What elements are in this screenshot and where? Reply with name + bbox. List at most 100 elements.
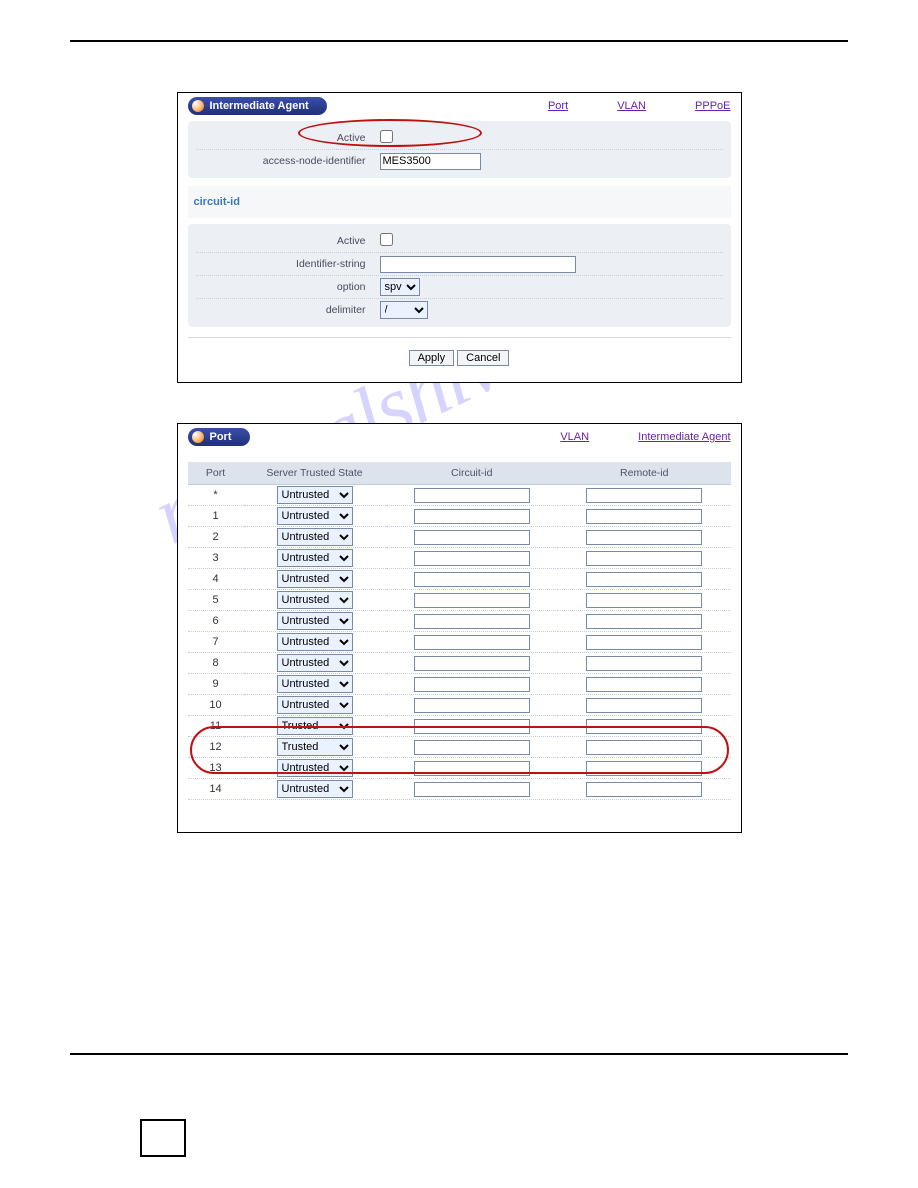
input-circuit-id[interactable] [414,719,530,734]
input-remote-id[interactable] [586,677,702,692]
input-circuit-id[interactable] [414,635,530,650]
cell-remote-id [558,590,731,611]
label-ani: access-node-identifier [196,155,380,167]
input-remote-id[interactable] [586,740,702,755]
checkbox-active[interactable] [380,130,393,143]
link-vlan[interactable]: VLAN [617,100,646,112]
input-remote-id[interactable] [586,719,702,734]
input-circuit-id[interactable] [414,698,530,713]
col-circuit: Circuit-id [386,462,559,485]
port-panel-title-text: Port [210,431,232,443]
cancel-button[interactable]: Cancel [457,350,509,366]
port-table: Port Server Trusted State Circuit-id Rem… [188,462,731,800]
cell-port: 6 [188,611,244,632]
table-row: 9Untrusted [188,674,731,695]
input-remote-id[interactable] [586,509,702,524]
cell-port: 13 [188,758,244,779]
cell-remote-id [558,632,731,653]
select-trusted-state[interactable]: Untrusted [277,549,353,567]
input-remote-id[interactable] [586,635,702,650]
table-row: *Untrusted [188,485,731,506]
select-delimiter[interactable]: / [380,301,428,319]
cell-port: 12 [188,737,244,758]
table-row: 12 Trusted [188,737,731,758]
select-trusted-state[interactable]: Trusted [277,717,353,735]
input-remote-id[interactable] [586,572,702,587]
cell-circuit-id [386,674,559,695]
cell-state: Untrusted [244,653,386,674]
select-trusted-state[interactable]: Untrusted [277,654,353,672]
cell-circuit-id [386,569,559,590]
select-trusted-state[interactable]: Untrusted [277,759,353,777]
link-pppoe[interactable]: PPPoE [695,100,730,112]
select-trusted-state[interactable]: Untrusted [277,591,353,609]
cell-remote-id [558,758,731,779]
input-circuit-id[interactable] [414,488,530,503]
input-circuit-id[interactable] [414,551,530,566]
cell-state: Untrusted [244,695,386,716]
input-circuit-id[interactable] [414,509,530,524]
cell-state: Untrusted [244,674,386,695]
table-row: 3Untrusted [188,548,731,569]
cell-port: 7 [188,632,244,653]
input-remote-id[interactable] [586,698,702,713]
select-trusted-state[interactable]: Untrusted [277,528,353,546]
panel-title-text: Intermediate Agent [210,100,309,112]
cell-circuit-id [386,653,559,674]
input-remote-id[interactable] [586,761,702,776]
input-remote-id[interactable] [586,530,702,545]
table-row: 7 Untrusted [188,632,731,653]
table-row: 13 Untrusted [188,758,731,779]
select-trusted-state[interactable]: Untrusted [277,780,353,798]
input-remote-id[interactable] [586,614,702,629]
select-trusted-state[interactable]: Trusted [277,738,353,756]
input-circuit-id[interactable] [414,593,530,608]
link-vlan-2[interactable]: VLAN [560,431,589,443]
select-trusted-state[interactable]: Untrusted [277,570,353,588]
select-trusted-state[interactable]: Untrusted [277,675,353,693]
input-circuit-id[interactable] [414,656,530,671]
cell-remote-id [558,569,731,590]
input-circuit-id[interactable] [414,740,530,755]
input-circuit-id[interactable] [414,530,530,545]
input-circuit-id[interactable] [414,614,530,629]
cell-circuit-id [386,548,559,569]
select-option[interactable]: spv [380,278,420,296]
input-remote-id[interactable] [586,551,702,566]
select-trusted-state[interactable]: Untrusted [277,612,353,630]
input-circuit-id[interactable] [414,572,530,587]
link-intermediate-agent[interactable]: Intermediate Agent [638,431,730,443]
cell-circuit-id [386,485,559,506]
cell-circuit-id [386,632,559,653]
input-remote-id[interactable] [586,656,702,671]
cell-remote-id [558,695,731,716]
table-row: 5Untrusted [188,590,731,611]
input-circuit-id[interactable] [414,761,530,776]
select-trusted-state[interactable]: Untrusted [277,507,353,525]
input-identifier-string[interactable] [380,256,576,273]
select-trusted-state[interactable]: Untrusted [277,633,353,651]
circuit-id-heading: circuit-id [188,186,731,218]
cell-remote-id [558,485,731,506]
input-remote-id[interactable] [586,593,702,608]
cell-state: Untrusted [244,590,386,611]
input-remote-id[interactable] [586,488,702,503]
link-port[interactable]: Port [548,100,568,112]
apply-button[interactable]: Apply [409,350,455,366]
cell-remote-id [558,737,731,758]
port-panel-title-pill: Port [188,428,250,446]
cell-state: Untrusted [244,569,386,590]
input-ani[interactable] [380,153,481,170]
checkbox-circuit-active[interactable] [380,233,393,246]
input-circuit-id[interactable] [414,782,530,797]
table-row: 1Untrusted [188,506,731,527]
select-trusted-state[interactable]: Untrusted [277,486,353,504]
input-circuit-id[interactable] [414,677,530,692]
select-trusted-state[interactable]: Untrusted [277,696,353,714]
input-remote-id[interactable] [586,782,702,797]
table-row: 4Untrusted [188,569,731,590]
cell-state: Trusted [244,716,386,737]
cell-remote-id [558,527,731,548]
intermediate-agent-panel: Intermediate Agent Port VLAN PPPoE Activ… [177,92,742,383]
table-row: 11Trusted [188,716,731,737]
